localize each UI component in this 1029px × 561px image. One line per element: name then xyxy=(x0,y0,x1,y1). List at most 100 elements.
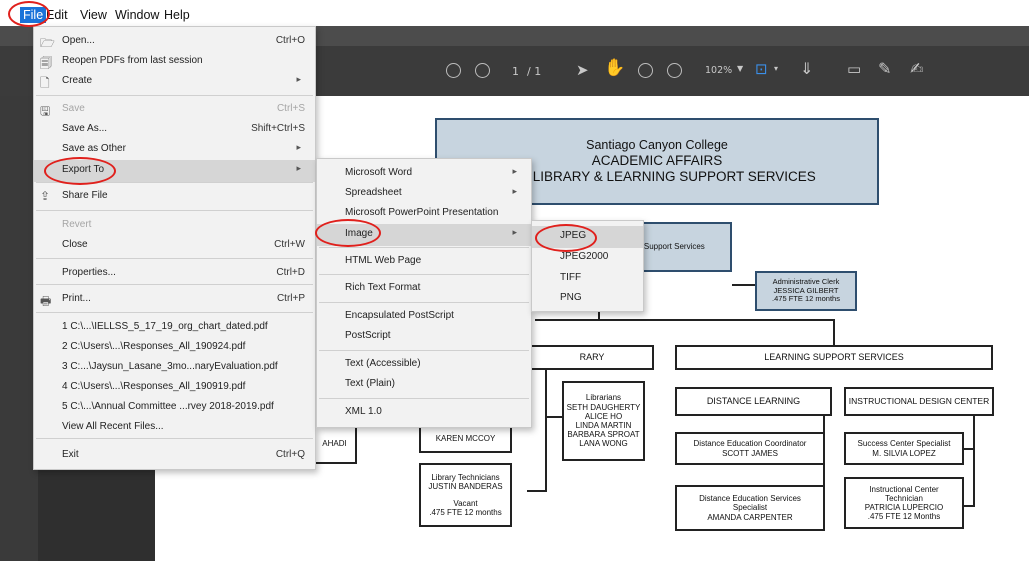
connector xyxy=(963,448,975,450)
menu-item-5-c-annual-committee-rvey-2018[interactable]: 5 C:\...\Annual Committee ...rvey 2018-2… xyxy=(34,397,315,419)
menu-item-label: Create xyxy=(62,75,93,86)
menu-item-revert[interactable]: Revert xyxy=(34,215,315,237)
menu-separator xyxy=(36,438,313,439)
page-down-icon[interactable] xyxy=(475,63,490,78)
zoom-level[interactable]: 102% xyxy=(705,65,732,76)
connector xyxy=(545,416,563,418)
menu-item-label: XML 1.0 xyxy=(345,406,382,417)
menu-item-label: Close xyxy=(62,239,88,250)
menu-separator xyxy=(36,95,313,96)
org-ic-tech-title-2: Technician xyxy=(885,493,923,503)
org-ic-tech-title: Instructional Center xyxy=(869,484,939,494)
connector xyxy=(535,319,835,321)
submenu-arrow-icon: ▸ xyxy=(296,142,301,152)
menu-item-4-c-users-responses-all-190919[interactable]: 4 C:\Users\...\Responses_All_190919.pdf xyxy=(34,377,315,399)
menu-item-label: Save As... xyxy=(62,123,108,134)
highlight-pen-icon[interactable]: ✎ xyxy=(878,59,891,78)
save-icon: 🖫 xyxy=(40,104,51,118)
org-ahadi-label: AHADI xyxy=(322,439,347,449)
file-menu: 🗁 Open... Ctrl+O 🗐 Reopen PDFs from last ses… xyxy=(33,26,316,470)
print-icon: 🖶 xyxy=(40,294,52,308)
zoom-dropdown-icon[interactable]: ▼ xyxy=(737,64,743,73)
menu-separator xyxy=(319,247,529,248)
org-librarian-name: BARBARA SPROAT xyxy=(567,430,640,440)
scroll-mode-icon[interactable]: ⇓ xyxy=(800,59,813,78)
org-lib-tech-title: Library Technicians xyxy=(431,472,500,482)
menu-item-3-c-jaysun-lasane-3mo-naryeval[interactable]: 3 C:...\Jaysun_Lasane_3mo...naryEvaluati… xyxy=(34,357,315,379)
menu-item-2-c-users-responses-all-190924[interactable]: 2 C:\Users\...\Responses_All_190924.pdf xyxy=(34,337,315,359)
menu-item-exit[interactable]: Exit Ctrl+Q xyxy=(34,445,315,467)
menu-separator xyxy=(36,312,313,313)
menu-item-reopen-pdfs-from-last-session[interactable]: 🗐 Reopen PDFs from last session xyxy=(34,51,315,73)
menu-item-shortcut: Shift+Ctrl+S xyxy=(251,123,305,134)
menu-item-microsoft-word[interactable]: Microsoft Word ▸ xyxy=(317,163,531,185)
org-karen-box: KAREN MCCOY xyxy=(419,424,512,453)
org-success-center-box: Success Center Specialist M. SILVIA LOPE… xyxy=(844,432,964,465)
fit-dropdown-icon[interactable]: ▾ xyxy=(774,64,778,73)
menu-item-text-plain[interactable]: Text (Plain) xyxy=(317,374,531,396)
org-library-label: RARY xyxy=(579,352,605,363)
menu-item-label: HTML Web Page xyxy=(345,255,422,266)
menu-item-label: Microsoft PowerPoint Presentation xyxy=(345,207,499,218)
org-lib-tech-fte: .475 FTE 12 months xyxy=(429,508,502,518)
menu-item-label: 2 C:\Users\...\Responses_All_190924.pdf xyxy=(62,341,246,352)
menu-item-tiff[interactable]: TIFF xyxy=(532,268,643,290)
menu-item-html-web-page[interactable]: HTML Web Page xyxy=(317,251,531,273)
menu-item-encapsulated-postscript[interactable]: Encapsulated PostScript xyxy=(317,306,531,328)
submenu-arrow-icon: ▸ xyxy=(296,163,301,173)
org-instructional-design-label: INSTRUCTIONAL DESIGN CENTER xyxy=(848,395,990,406)
submenu-arrow-icon: ▸ xyxy=(512,227,517,237)
menu-item-label: Encapsulated PostScript xyxy=(345,310,454,321)
org-library-box: RARY xyxy=(530,345,654,370)
org-de-coordinator-name: SCOTT JAMES xyxy=(722,448,778,458)
menu-item-png[interactable]: PNG xyxy=(532,288,643,310)
sign-icon[interactable]: ✍ xyxy=(910,59,923,78)
comment-icon[interactable]: ▭ xyxy=(847,60,861,78)
connector xyxy=(732,284,756,286)
menu-item-postscript[interactable]: PostScript xyxy=(317,326,531,348)
menu-item-xml-1-0[interactable]: XML 1.0 xyxy=(317,402,531,424)
org-ahadi-box: AHADI xyxy=(312,424,357,464)
menu-item-shortcut: Ctrl+O xyxy=(275,35,305,46)
menu-item-rich-text-format[interactable]: Rich Text Format xyxy=(317,278,531,300)
menu-item-share-file[interactable]: ⇪ Share File xyxy=(34,186,315,208)
zoom-out-icon[interactable] xyxy=(638,63,653,78)
menu-item-jpeg2000[interactable]: JPEG2000 xyxy=(532,247,643,269)
menu-item-label: 3 C:...\Jaysun_Lasane_3mo...naryEvaluati… xyxy=(62,361,278,372)
fit-page-icon[interactable]: ⊡ xyxy=(755,60,768,78)
menu-item-spreadsheet[interactable]: Spreadsheet ▸ xyxy=(317,183,531,205)
menu-item-properties[interactable]: Properties... Ctrl+D xyxy=(34,263,315,285)
menu-item-view-all-recent-files[interactable]: View All Recent Files... xyxy=(34,417,315,439)
org-admin-clerk: Administrative Clerk JESSICA GILBERT .47… xyxy=(755,271,857,311)
menu-item-label: TIFF xyxy=(560,272,582,283)
menu-item-label: Microsoft Word xyxy=(345,167,413,178)
menu-help[interactable]: Help xyxy=(164,8,190,22)
menu-item-open[interactable]: 🗁 Open... Ctrl+O xyxy=(34,31,315,53)
submenu-arrow-icon: ▸ xyxy=(296,74,301,84)
menu-window[interactable]: Window xyxy=(115,8,159,22)
menu-item-label: PNG xyxy=(560,292,582,303)
page-up-icon[interactable] xyxy=(446,63,461,78)
menu-item-close[interactable]: Close Ctrl+W xyxy=(34,235,315,257)
share-icon: ⇪ xyxy=(40,189,51,203)
org-de-services-name: AMANDA CARPENTER xyxy=(707,512,793,522)
menu-item-create[interactable]: 🗋 Create ▸ xyxy=(34,71,315,93)
menu-item-shortcut: Ctrl+S xyxy=(276,103,305,114)
menu-item-print[interactable]: 🖶 Print... Ctrl+P xyxy=(34,289,315,311)
zoom-in-icon[interactable] xyxy=(667,63,682,78)
menu-item-label: Save as Other xyxy=(62,143,126,154)
org-title-dept: ESS, LIBRARY & LEARNING SUPPORT SERVICES xyxy=(498,169,816,184)
page-number-input[interactable]: 1 xyxy=(512,65,519,78)
hand-tool-icon[interactable]: ✋ xyxy=(604,58,625,78)
menu-item-save[interactable]: 🖫 Save Ctrl+S xyxy=(34,99,315,121)
menu-item-1-c-iellss-5-17-19-org-chart-d[interactable]: 1 C:\...\IELLSS_5_17_19_org_chart_dated.… xyxy=(34,317,315,339)
org-librarian-name: LINDA MARTIN xyxy=(575,421,632,430)
org-library-technicians-box: Library Technicians JUSTIN BANDERAS Vaca… xyxy=(419,463,512,527)
menu-item-save-as[interactable]: Save As... Shift+Ctrl+S xyxy=(34,119,315,141)
menu-item-text-accessible[interactable]: Text (Accessible) xyxy=(317,354,531,376)
menu-item-label: Rich Text Format xyxy=(345,282,421,293)
menu-view[interactable]: View xyxy=(80,8,107,22)
select-cursor-icon[interactable]: ➤ xyxy=(576,61,589,79)
export-to-submenu: Microsoft Word ▸ Spreadsheet ▸ Microsoft Pow… xyxy=(316,158,532,428)
org-learning-support-box: LEARNING SUPPORT SERVICES xyxy=(675,345,993,370)
